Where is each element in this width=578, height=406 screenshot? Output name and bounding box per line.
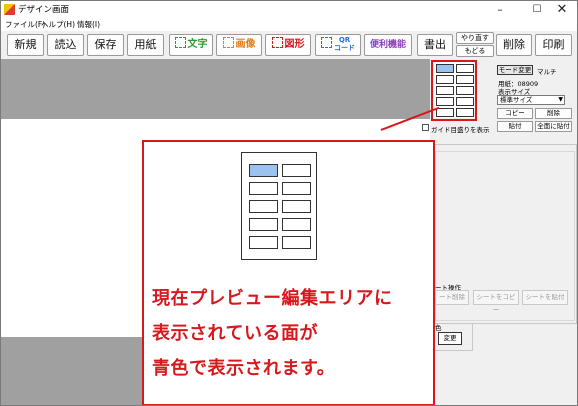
paste-button[interactable]: 貼付 [497, 121, 533, 132]
highlight-box [431, 60, 477, 121]
color-label: 色 [435, 324, 442, 332]
design-window: デザイン画面 – ☐ ✕ ファイル(F) ヘルプ(H) 情報(I) 新規 読込 … [0, 0, 578, 406]
shape-tool-button[interactable]: 図形 [265, 34, 311, 56]
color-change-button[interactable]: 変更 [438, 332, 462, 345]
mode-change-button[interactable]: モード変更 [497, 65, 533, 75]
illus-cell [249, 236, 278, 249]
shape-tool-label: 図形 [284, 39, 305, 50]
paper-button[interactable]: 用紙 [127, 34, 164, 56]
guide-checkbox-label: ガイド目盛りを表示 [431, 126, 490, 134]
qr-label-line2: コード [334, 44, 355, 52]
illus-cell [282, 218, 311, 231]
undo-button[interactable]: もどる [456, 45, 494, 57]
preview-background-top [1, 59, 430, 119]
illus-cell [249, 200, 278, 213]
save-button[interactable]: 保存 [87, 34, 124, 56]
sheet-delete-button[interactable]: ート削除 [435, 290, 469, 305]
text-tool-button[interactable]: 文字 [169, 34, 213, 56]
redo-button[interactable]: やり直す [456, 32, 494, 44]
title-bar: デザイン画面 – ☐ ✕ [1, 1, 577, 18]
menu-help[interactable]: ヘルプ(H) [41, 19, 75, 30]
sheet-illustration [241, 152, 317, 260]
illus-cell [249, 182, 278, 195]
delete-button[interactable]: 削除 [496, 34, 532, 56]
text-tool-label: 文字 [187, 39, 208, 50]
display-size-value: 標準サイズ [500, 96, 533, 104]
illus-cell [282, 182, 311, 195]
qr-tool-icon [321, 37, 332, 48]
open-button[interactable]: 読込 [47, 34, 84, 56]
erase-button[interactable]: 削除 [535, 108, 572, 119]
illus-cell [282, 164, 311, 177]
menu-file[interactable]: ファイル(F) [5, 19, 45, 30]
sheet-paste-button[interactable]: シートを貼付 [522, 290, 568, 305]
paste-all-button[interactable]: 全面に貼付 [535, 121, 572, 132]
copy-button[interactable]: コピー [497, 108, 533, 119]
redo-undo-group: やり直す もどる [456, 32, 494, 57]
print-button[interactable]: 印刷 [535, 34, 572, 56]
shape-tool-icon [271, 37, 283, 48]
mode-value: マルチ [537, 68, 557, 76]
image-tool-button[interactable]: 画像 [216, 34, 262, 56]
new-button[interactable]: 新規 [7, 34, 44, 56]
utility-button[interactable]: 便利機能 [364, 34, 412, 56]
callout-text-line1: 現在プレビュー編集エリアに [152, 288, 393, 309]
callout-text-line3: 青色で表示されます。 [152, 358, 336, 379]
guide-checkbox[interactable] [422, 124, 429, 131]
callout-text-line2: 表示されている面が [152, 323, 318, 344]
menu-info[interactable]: 情報(I) [77, 19, 100, 30]
app-icon [4, 4, 15, 15]
display-size-select[interactable]: 標準サイズ ▼ [497, 95, 565, 105]
text-tool-icon [174, 37, 186, 48]
sheet-copy-button[interactable]: シートをコピー [473, 290, 519, 314]
chevron-down-icon: ▼ [558, 96, 563, 103]
illus-cell [282, 200, 311, 213]
illus-cell [282, 236, 311, 249]
window-title: デザイン画面 [18, 5, 70, 15]
export-button[interactable]: 書出 [417, 34, 453, 56]
image-tool-label: 画像 [235, 39, 256, 50]
close-button[interactable]: ✕ [547, 1, 577, 18]
image-tool-icon [222, 37, 234, 48]
qr-label-line1: QR [338, 36, 351, 44]
menu-bar: ファイル(F) ヘルプ(H) 情報(I) [1, 18, 577, 31]
illus-cell [249, 218, 278, 231]
illus-cell-active [249, 164, 278, 177]
qr-tool-button[interactable]: QR コード [315, 34, 361, 56]
minimize-button[interactable]: – [485, 1, 515, 18]
